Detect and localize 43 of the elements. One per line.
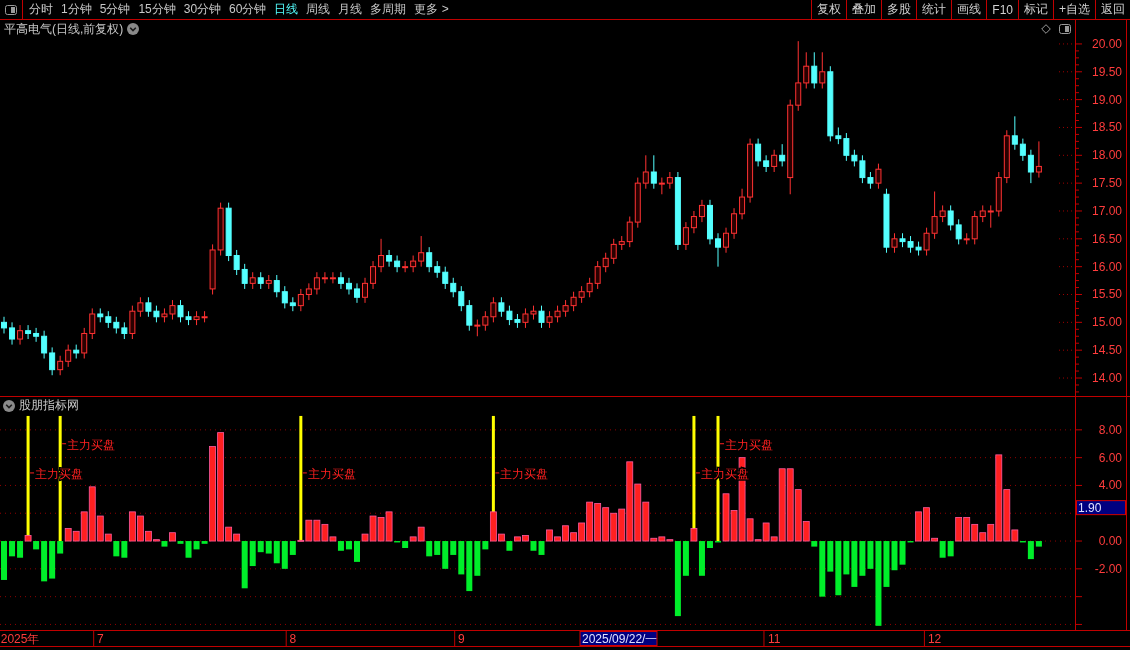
period-tab[interactable]: 周线 — [306, 1, 331, 18]
price-label: 17.00 — [1091, 204, 1122, 218]
date-label: 8 — [289, 632, 297, 646]
price-label: 15.50 — [1091, 287, 1122, 302]
price-label: 15.00 — [1091, 315, 1122, 330]
value-label: 0.00 — [1098, 534, 1122, 549]
current-value-tag: 1.90 — [1076, 500, 1126, 516]
date-label: 2025年 — [0, 632, 40, 646]
value-label: 6.00 — [1098, 450, 1122, 465]
value-label: 4.00 — [1098, 478, 1122, 493]
indicator-title: 股朋指标网 — [19, 397, 79, 414]
period-tab[interactable]: 30分钟 — [183, 1, 222, 18]
price-label: 16.00 — [1091, 259, 1122, 274]
period-tab[interactable]: 60分钟 — [229, 1, 267, 18]
date-label: 9 — [457, 632, 465, 646]
price-label: 18.50 — [1091, 120, 1122, 135]
price-label: 16.50 — [1091, 231, 1122, 246]
price-label: 19.50 — [1091, 64, 1122, 79]
period-tab[interactable]: 5分钟 — [99, 1, 131, 18]
signal-label: 主力买盘 — [61, 437, 116, 452]
period-tab[interactable]: 更多 > — [414, 1, 449, 18]
signal-label: 主力买盘 — [494, 466, 549, 481]
period-tab[interactable]: 日线 — [274, 1, 299, 18]
price-label: 20.00 — [1091, 36, 1122, 51]
date-cursor-label: 2025/09/22/一 — [579, 631, 658, 646]
signal-label: 主力买盘 — [719, 437, 773, 452]
value-label: 8.00 — [1098, 422, 1122, 437]
stock-title: 平高电气(日线,前复权) — [4, 20, 124, 38]
period-tab[interactable]: 1分钟 — [61, 1, 92, 18]
period-tab[interactable]: 多周期 — [370, 1, 407, 18]
value-label: -2.00 — [1094, 561, 1122, 576]
signal-label: 主力买盘 — [302, 466, 356, 481]
period-tab[interactable]: 15分钟 — [138, 1, 176, 18]
date-label: 12 — [927, 632, 942, 646]
price-label: 14.50 — [1091, 343, 1122, 358]
price-label: 17.50 — [1091, 176, 1122, 191]
date-label: 7 — [96, 632, 104, 646]
date-label: 11 — [767, 632, 781, 646]
price-label: 14.00 — [1091, 371, 1122, 385]
price-label: 19.00 — [1091, 92, 1122, 107]
period-tab[interactable]: 分时 — [29, 1, 53, 18]
period-tab[interactable]: 月线 — [338, 1, 363, 18]
price-label: 18.00 — [1091, 148, 1122, 163]
